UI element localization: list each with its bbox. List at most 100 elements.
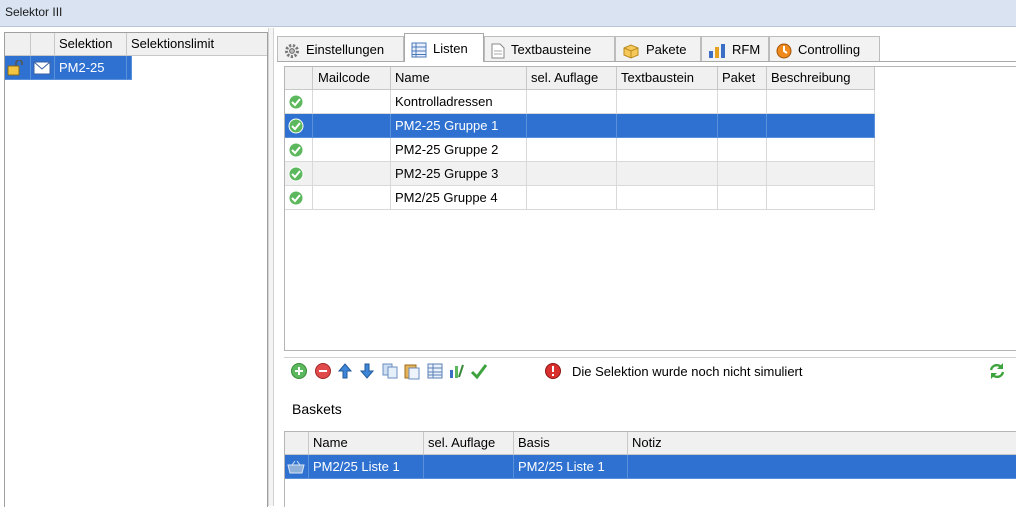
tab-pakete[interactable]: Pakete [615, 36, 701, 61]
header-mail-column[interactable] [31, 33, 55, 55]
paket-cell [718, 162, 767, 186]
list-row[interactable]: Kontrolladressen [285, 90, 875, 114]
header-sel-auflage[interactable]: sel. Auflage [527, 67, 617, 89]
header-lock-column[interactable] [5, 33, 31, 55]
title-bar: Selektor III [0, 0, 1016, 27]
tab-textbausteine[interactable]: Textbausteine [484, 36, 615, 61]
header-basket-auflage[interactable]: sel. Auflage [424, 432, 514, 454]
mailcode-cell [313, 114, 391, 138]
name-cell: PM2/25 Gruppe 4 [391, 186, 527, 210]
basket-basis-cell: PM2/25 Liste 1 [514, 455, 628, 479]
paket-cell [718, 114, 767, 138]
tab-listen-label: Listen [433, 41, 468, 56]
status-cell [285, 162, 313, 186]
sel-auflage-cell [527, 90, 617, 114]
paket-cell [718, 138, 767, 162]
lists-grid: Mailcode Name sel. Auflage Textbaustein … [284, 66, 1016, 351]
move-down-icon[interactable] [358, 362, 376, 380]
textbaustein-cell [617, 186, 718, 210]
header-basket-basis[interactable]: Basis [514, 432, 628, 454]
package-icon [623, 44, 639, 59]
name-cell: Kontrolladressen [391, 90, 527, 114]
name-cell: PM2-25 Gruppe 2 [391, 138, 527, 162]
selection-row[interactable]: PM2-25 [5, 56, 267, 80]
header-mailcode[interactable]: Mailcode [313, 67, 391, 89]
controlling-icon [776, 43, 792, 59]
status-cell [285, 186, 313, 210]
tab-strip: Einstellungen Listen Textbausteine Paket… [277, 33, 1016, 62]
list-row[interactable]: PM2-25 Gruppe 1 [285, 114, 875, 138]
mail-cell [31, 56, 55, 80]
chart-icon[interactable] [448, 362, 466, 380]
baskets-grid-header: Name sel. Auflage Basis Notiz [285, 432, 1016, 455]
basket-icon-cell [285, 455, 309, 479]
add-icon[interactable] [290, 362, 308, 380]
ok-check-icon [288, 118, 304, 134]
basket-row[interactable]: PM2/25 Liste 1 PM2/25 Liste 1 [285, 455, 1016, 479]
header-basket-icon[interactable] [285, 432, 309, 454]
remove-icon[interactable] [314, 362, 332, 380]
selection-list-header: Selektion Selektionslimit [5, 33, 267, 56]
paste-icon[interactable] [403, 362, 421, 380]
sel-auflage-cell [527, 186, 617, 210]
status-cell [285, 138, 313, 162]
sel-auflage-cell [527, 138, 617, 162]
header-selektion[interactable]: Selektion [55, 33, 127, 55]
basket-name-cell: PM2/25 Liste 1 [309, 455, 424, 479]
header-basket-notiz[interactable]: Notiz [628, 432, 1016, 454]
header-textbaustein[interactable]: Textbaustein [617, 67, 718, 89]
ok-check-icon [288, 166, 304, 182]
mailcode-cell [313, 162, 391, 186]
textbaustein-cell [617, 138, 718, 162]
list-row[interactable]: PM2/25 Gruppe 4 [285, 186, 875, 210]
paket-cell [718, 90, 767, 114]
list-icon [411, 42, 427, 58]
bar-chart-icon [709, 43, 725, 58]
ok-check-icon [288, 94, 304, 110]
baskets-grid: Name sel. Auflage Basis Notiz PM2/25 Lis… [284, 431, 1016, 507]
baskets-label: Baskets [292, 401, 342, 417]
header-status[interactable] [285, 67, 313, 89]
table-icon[interactable] [426, 362, 444, 380]
basket-auflage-cell [424, 455, 514, 479]
selektion-cell: PM2-25 [55, 56, 127, 80]
textbaustein-cell [617, 90, 718, 114]
paket-cell [718, 186, 767, 210]
list-row[interactable]: PM2-25 Gruppe 3 [285, 162, 875, 186]
status-cell [285, 114, 313, 138]
selektionslimit-cell[interactable] [127, 56, 132, 80]
check-icon[interactable] [470, 362, 488, 380]
header-name[interactable]: Name [391, 67, 527, 89]
name-cell: PM2-25 Gruppe 1 [391, 114, 527, 138]
tab-einstellungen[interactable]: Einstellungen [277, 36, 404, 61]
tab-einstellungen-label: Einstellungen [306, 42, 385, 57]
basket-notiz-cell [628, 455, 1016, 479]
lists-toolbar: Die Selektion wurde noch nicht simuliert [284, 357, 1016, 386]
header-basket-name[interactable]: Name [309, 432, 424, 454]
document-icon [491, 43, 505, 59]
textbaustein-cell [617, 162, 718, 186]
header-selektionslimit[interactable]: Selektionslimit [127, 33, 267, 55]
refresh-icon[interactable] [988, 362, 1006, 380]
selection-list: Selektion Selektionslimit PM2-25 [4, 32, 268, 507]
mailcode-cell [313, 186, 391, 210]
mail-icon [33, 61, 51, 75]
lists-grid-header: Mailcode Name sel. Auflage Textbaustein … [285, 67, 875, 90]
header-paket[interactable]: Paket [718, 67, 767, 89]
textbaustein-cell [617, 114, 718, 138]
ok-check-icon [288, 142, 304, 158]
tab-listen[interactable]: Listen [404, 33, 484, 62]
move-up-icon[interactable] [336, 362, 354, 380]
tab-textbausteine-label: Textbausteine [511, 42, 592, 57]
beschreibung-cell [767, 90, 875, 114]
tab-rfm[interactable]: RFM [701, 36, 769, 61]
header-beschreibung[interactable]: Beschreibung [767, 67, 875, 89]
ok-check-icon [288, 190, 304, 206]
tab-rfm-label: RFM [732, 42, 761, 57]
mailcode-cell [313, 90, 391, 114]
list-row[interactable]: PM2-25 Gruppe 2 [285, 138, 875, 162]
tab-controlling[interactable]: Controlling [769, 36, 880, 61]
pane-splitter[interactable] [268, 28, 274, 506]
copy-icon[interactable] [381, 362, 399, 380]
beschreibung-cell [767, 162, 875, 186]
